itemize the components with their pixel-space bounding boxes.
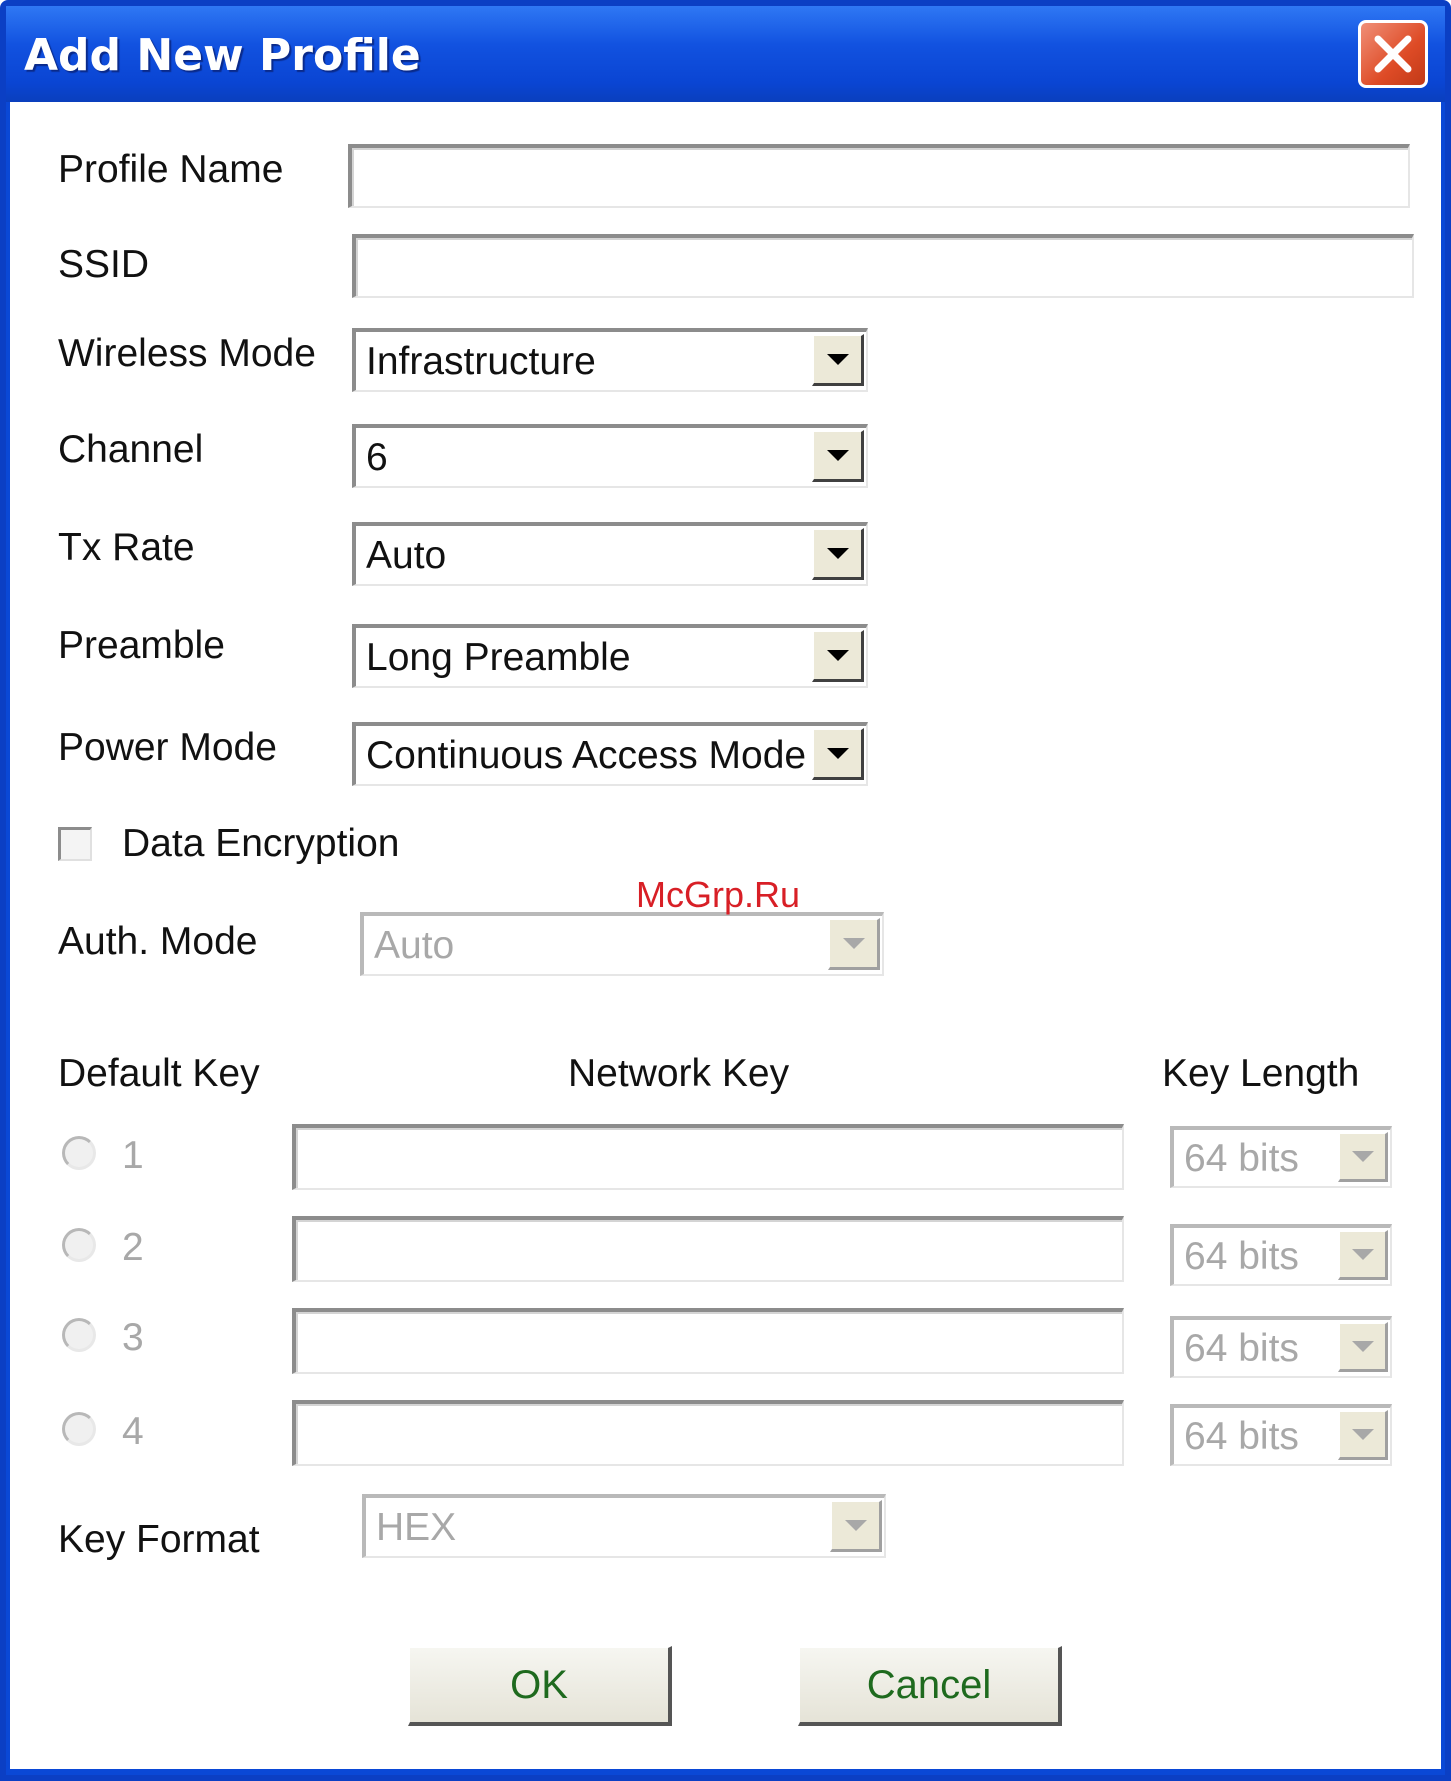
chevron-down-icon[interactable]: [830, 1500, 882, 1552]
key-format-label: Key Format: [58, 1518, 260, 1561]
chevron-down-icon[interactable]: [812, 728, 864, 780]
chevron-down-icon[interactable]: [812, 334, 864, 386]
watermark-text: McGrp.Ru: [636, 874, 801, 915]
title-bar[interactable]: Add New Profile: [6, 6, 1445, 102]
network-key-input-3[interactable]: [292, 1308, 1124, 1374]
close-icon: [1374, 35, 1412, 73]
key-length-select-1[interactable]: 64 bits: [1170, 1126, 1392, 1188]
chevron-down-icon[interactable]: [812, 630, 864, 682]
profile-name-label: Profile Name: [58, 148, 284, 191]
wireless-mode-label: Wireless Mode: [58, 332, 316, 375]
data-encryption-checkbox[interactable]: [58, 827, 92, 861]
default-key-radio-2[interactable]: [62, 1228, 96, 1262]
key-length-value: 64 bits: [1184, 1327, 1299, 1370]
key-length-value: 64 bits: [1184, 1235, 1299, 1278]
tx-rate-value: Auto: [366, 534, 447, 577]
chevron-down-icon[interactable]: [1338, 1410, 1388, 1460]
key-length-value: 64 bits: [1184, 1137, 1299, 1180]
key-format-select[interactable]: HEX: [362, 1494, 886, 1558]
auth-mode-value: Auto: [374, 924, 455, 967]
channel-label: Channel: [58, 428, 204, 471]
default-key-index: 4: [122, 1410, 144, 1453]
default-key-radio-4[interactable]: [62, 1412, 96, 1446]
dialog-client-area: Profile Name SSID Wireless Mode Infrastr…: [10, 102, 1441, 1769]
ssid-label: SSID: [58, 243, 150, 286]
wireless-mode-value: Infrastructure: [366, 340, 596, 383]
auth-mode-label: Auth. Mode: [58, 920, 258, 963]
network-key-input-2[interactable]: [292, 1216, 1124, 1282]
key-length-select-4[interactable]: 64 bits: [1170, 1404, 1392, 1466]
dialog-window: Add New Profile Profile Name SSID Wirele…: [0, 0, 1451, 1781]
data-encryption-label: Data Encryption: [122, 822, 400, 865]
chevron-down-icon[interactable]: [1338, 1322, 1388, 1372]
default-key-radio-3[interactable]: [62, 1318, 96, 1352]
ssid-input[interactable]: [352, 234, 1414, 298]
profile-name-input[interactable]: [348, 144, 1410, 208]
key-length-value: 64 bits: [1184, 1415, 1299, 1458]
chevron-down-icon[interactable]: [1338, 1132, 1388, 1182]
preamble-select[interactable]: Long Preamble: [352, 624, 868, 688]
power-mode-label: Power Mode: [58, 726, 277, 769]
chevron-down-icon[interactable]: [812, 430, 864, 482]
preamble-value: Long Preamble: [366, 636, 631, 679]
close-button[interactable]: [1358, 20, 1428, 88]
power-mode-select[interactable]: Continuous Access Mode: [352, 722, 868, 786]
auth-mode-select[interactable]: Auto: [360, 912, 884, 976]
channel-value: 6: [366, 436, 388, 479]
preamble-label: Preamble: [58, 624, 225, 667]
network-key-input-4[interactable]: [292, 1400, 1124, 1466]
tx-rate-label: Tx Rate: [58, 526, 195, 569]
default-key-header: Default Key: [58, 1052, 260, 1095]
chevron-down-icon[interactable]: [812, 528, 864, 580]
default-key-index: 2: [122, 1226, 144, 1269]
power-mode-value: Continuous Access Mode: [366, 734, 807, 777]
chevron-down-icon[interactable]: [1338, 1230, 1388, 1280]
key-length-select-2[interactable]: 64 bits: [1170, 1224, 1392, 1286]
default-key-radio-1[interactable]: [62, 1136, 96, 1170]
key-length-select-3[interactable]: 64 bits: [1170, 1316, 1392, 1378]
key-format-value: HEX: [376, 1506, 457, 1549]
cancel-button[interactable]: Cancel: [798, 1646, 1062, 1726]
default-key-index: 3: [122, 1316, 144, 1359]
dialog-title: Add New Profile: [24, 30, 421, 81]
wireless-mode-select[interactable]: Infrastructure: [352, 328, 868, 392]
channel-select[interactable]: 6: [352, 424, 868, 488]
chevron-down-icon[interactable]: [828, 918, 880, 970]
tx-rate-select[interactable]: Auto: [352, 522, 868, 586]
ok-button[interactable]: OK: [408, 1646, 672, 1726]
network-key-header: Network Key: [568, 1052, 790, 1095]
key-length-header: Key Length: [1162, 1052, 1360, 1095]
network-key-input-1[interactable]: [292, 1124, 1124, 1190]
default-key-index: 1: [122, 1134, 144, 1177]
